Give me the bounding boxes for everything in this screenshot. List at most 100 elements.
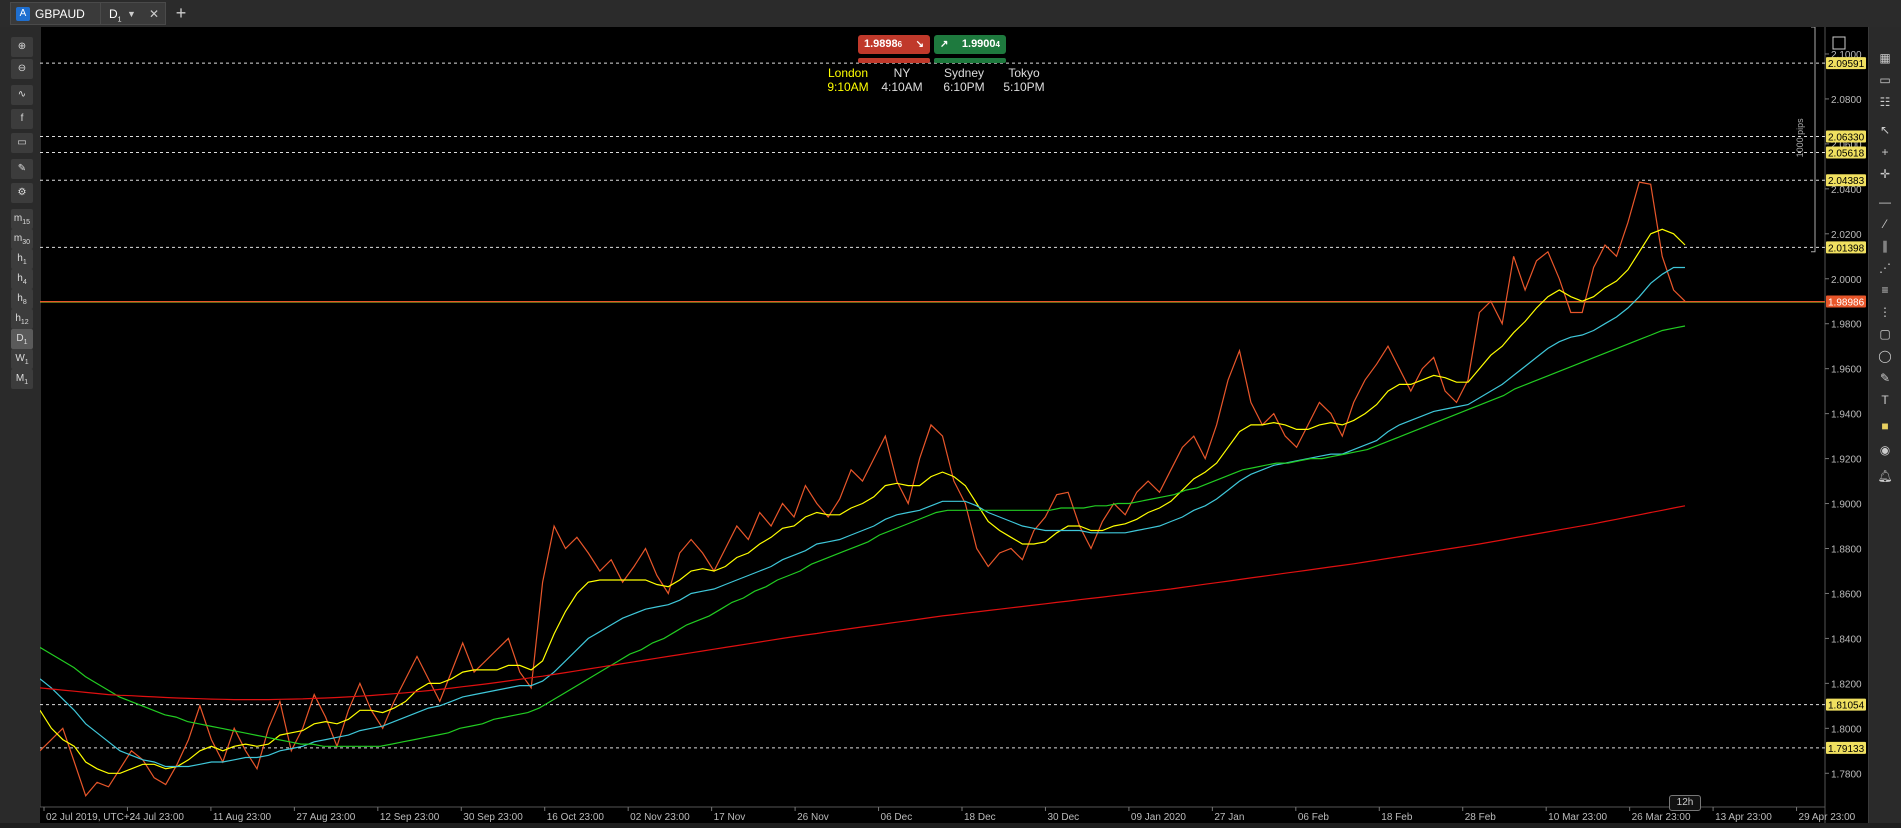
timeframe-button-m15[interactable]: m15 bbox=[11, 209, 33, 229]
rectangle-icon[interactable]: ▢ bbox=[1875, 325, 1895, 343]
add-tab-icon[interactable]: + bbox=[170, 2, 192, 25]
tab-timeframe-label: D bbox=[109, 7, 118, 21]
horizontal-line-icon[interactable]: — bbox=[1875, 193, 1895, 211]
timeframe-sub: 1 bbox=[23, 339, 28, 346]
x-tick-label: 18 Feb bbox=[1381, 812, 1413, 823]
session-city: London bbox=[827, 66, 869, 80]
x-tick-label: 02 Jul 2019, UTC+2 bbox=[46, 812, 136, 823]
timeframe-button-h12[interactable]: h12 bbox=[11, 309, 33, 329]
price-chart[interactable]: 2.10002.08002.06002.04002.02002.00001.98… bbox=[39, 26, 1868, 823]
timeframe-button-m30[interactable]: m30 bbox=[11, 229, 33, 249]
series-line-3 bbox=[39, 325, 1686, 747]
y-tick-label: 1.9000 bbox=[1831, 500, 1862, 511]
buy-price-button[interactable]: ↗ 1.99004 bbox=[934, 35, 1006, 54]
settings-icon[interactable]: ⚙ bbox=[11, 183, 33, 203]
channel-icon[interactable]: ∥ bbox=[1875, 237, 1895, 255]
x-tick-label: 10 Mar 23:00 bbox=[1548, 812, 1607, 823]
layout-icon[interactable]: ☷ bbox=[1875, 93, 1895, 111]
pitchfork-icon[interactable]: ⋰ bbox=[1875, 259, 1895, 277]
x-tick-label: 09 Jan 2020 bbox=[1131, 812, 1186, 823]
x-tick-label: 27 Aug 23:00 bbox=[296, 812, 355, 823]
window-icon[interactable]: ▭ bbox=[1875, 71, 1895, 89]
fibonacci-icon[interactable]: ≡ bbox=[1875, 281, 1895, 299]
session-city: NY bbox=[893, 66, 911, 80]
sell-price-suffix: 6 bbox=[897, 40, 903, 49]
tab-timeframe[interactable]: D1 ▼ ✕ bbox=[100, 2, 166, 25]
ellipse-icon[interactable]: ◯ bbox=[1875, 347, 1895, 365]
timeframe-button-h1[interactable]: h1 bbox=[11, 249, 33, 269]
facebook-icon[interactable]: f bbox=[11, 109, 33, 129]
eye-icon[interactable]: ◉ bbox=[1875, 441, 1895, 459]
left-toolbar: ⊕ ⊖ ∿ f ▭ ✎ ⚙ m15 m30 h1 h4 h8 h12 D1 W1 M1 bbox=[0, 27, 41, 823]
level-label: 2.04383 bbox=[1828, 176, 1865, 187]
zoom-out-icon[interactable]: ⊖ bbox=[11, 59, 33, 79]
buy-bar bbox=[934, 58, 1006, 63]
timeframe-button-W1[interactable]: W1 bbox=[11, 349, 33, 369]
timeframe-badge: 12h bbox=[1669, 795, 1701, 811]
y-tick-label: 1.9400 bbox=[1831, 410, 1862, 421]
series-line-2 bbox=[39, 266, 1685, 768]
timeframe-sub: 15 bbox=[22, 219, 31, 226]
sell-price: 1.9898 bbox=[864, 38, 898, 50]
chevron-down-icon[interactable]: ▼ bbox=[127, 3, 136, 26]
buy-price: 1.9900 bbox=[961, 38, 996, 50]
zoom-in-icon[interactable]: ⊕ bbox=[11, 37, 33, 57]
right-toolbar: ▦ ▭ ☷ ↖ + ✛ — ⁄ ∥ ⋰ ≡ ⋮ ▢ ◯ ✎ T ■ ◉ 🔔︎ bbox=[1868, 27, 1901, 823]
y-tick-label: 1.9800 bbox=[1831, 320, 1862, 331]
sell-price-button[interactable]: 1.98986 ↘ bbox=[858, 35, 930, 54]
timeframe-button-h8[interactable]: h8 bbox=[11, 289, 33, 309]
text-icon[interactable]: T bbox=[1875, 391, 1895, 409]
crosshair-icon[interactable]: + bbox=[1875, 143, 1895, 161]
pips-bracket bbox=[1811, 26, 1816, 253]
x-tick-label: 17 Nov bbox=[714, 812, 746, 823]
x-tick-label: 06 Feb bbox=[1298, 812, 1330, 823]
x-tick-label: 13 Apr 23:00 bbox=[1715, 812, 1772, 823]
timeframe-button-D1[interactable]: D1 bbox=[11, 329, 33, 349]
current-price-label: 1.98986 bbox=[1828, 298, 1865, 309]
timeframe-sub: 1 bbox=[24, 379, 29, 386]
series-line-0 bbox=[39, 181, 1686, 798]
crosshair-alt-icon[interactable]: ✛ bbox=[1875, 165, 1895, 183]
buy-price-suffix: 4 bbox=[995, 40, 1000, 49]
x-tick-label: 30 Sep 23:00 bbox=[463, 812, 523, 823]
session-city: Tokyo bbox=[1008, 66, 1040, 80]
x-tick-label: 28 Feb bbox=[1465, 812, 1497, 823]
x-tick-label: 26 Nov bbox=[797, 812, 829, 823]
series-line-1 bbox=[39, 228, 1686, 774]
timeframe-sub: 12 bbox=[20, 319, 29, 326]
timeframe-sub: 8 bbox=[22, 299, 27, 306]
cursor-icon[interactable]: ↖ bbox=[1875, 121, 1895, 139]
maximize-icon[interactable] bbox=[1832, 36, 1846, 50]
close-icon[interactable]: ✕ bbox=[149, 3, 159, 26]
session-time: 6:10PM bbox=[943, 80, 985, 94]
session-tokyo: Tokyo 5:10PM bbox=[994, 66, 1054, 94]
level-label: 1.79133 bbox=[1828, 744, 1865, 755]
x-tick-label: 12 Sep 23:00 bbox=[380, 812, 440, 823]
arrow-down-icon: ↘ bbox=[915, 39, 924, 50]
timeframe-sub: 1 bbox=[22, 259, 27, 266]
timeframe-label: W bbox=[15, 353, 25, 364]
x-tick-label: 02 Nov 23:00 bbox=[630, 812, 690, 823]
brush-icon[interactable]: ✎ bbox=[1875, 369, 1895, 387]
grid-icon[interactable]: ▦ bbox=[1875, 49, 1895, 67]
y-tick-label: 1.9600 bbox=[1831, 365, 1862, 376]
timeframe-sub: 1 bbox=[24, 359, 29, 366]
dots-icon[interactable]: ⋮ bbox=[1875, 303, 1895, 321]
timeframe-sub: 30 bbox=[22, 239, 31, 246]
trend-line-icon[interactable]: ⁄ bbox=[1875, 215, 1895, 233]
chart-type-icon[interactable]: ▭ bbox=[11, 133, 33, 153]
x-tick-label: 18 Dec bbox=[964, 812, 996, 823]
session-london: London 9:10AM bbox=[818, 66, 878, 94]
note-icon[interactable]: ■ bbox=[1875, 417, 1895, 435]
paint-icon[interactable]: ✎ bbox=[11, 159, 33, 179]
chart-area[interactable]: 2.1000 2.0800 2.0600 2.0400 2.0200 2.0000 1.98… bbox=[39, 26, 1868, 823]
y-tick-label: 2.0800 bbox=[1831, 95, 1862, 106]
timeframe-button-h4[interactable]: h4 bbox=[11, 269, 33, 289]
level-label: 2.06330 bbox=[1828, 132, 1865, 143]
timeframe-button-M1[interactable]: M1 bbox=[11, 369, 33, 389]
session-time: 9:10AM bbox=[827, 80, 869, 94]
y-tick-label: 1.8600 bbox=[1831, 589, 1862, 600]
y-tick-label: 1.8200 bbox=[1831, 679, 1862, 690]
indicator-icon[interactable]: ∿ bbox=[11, 85, 33, 105]
alarm-icon[interactable]: 🔔︎ bbox=[1875, 467, 1895, 485]
